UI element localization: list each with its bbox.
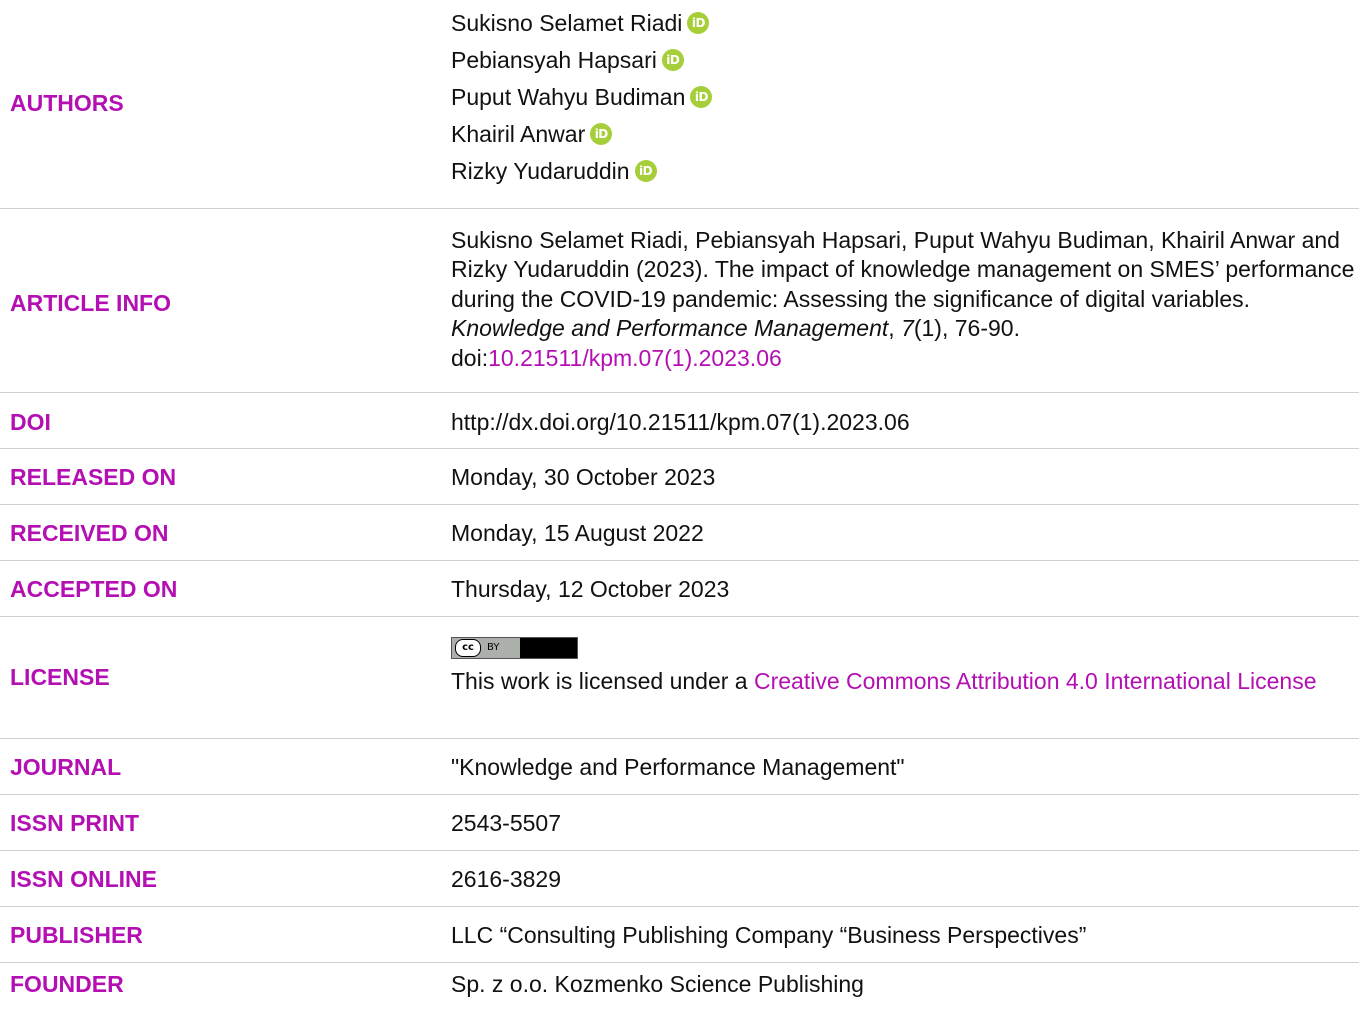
license-link[interactable]: Creative Commons Attribution 4.0 Interna… [754, 668, 1317, 694]
author-name[interactable]: Puput Wahyu Budiman [451, 83, 685, 111]
license-value: cc BY This work is licensed under a Crea… [451, 628, 1356, 697]
released-row: RELEASED ON Monday, 30 October 2023 [0, 449, 1359, 505]
issn-online-label: ISSN ONLINE [10, 866, 157, 892]
doi-link[interactable]: 10.21511/kpm.07(1).2023.06 [488, 345, 782, 371]
authors-list: Sukisno Selamet Riadi iD Pebiansyah Haps… [451, 4, 1356, 189]
author-name[interactable]: Sukisno Selamet Riadi [451, 9, 682, 37]
authors-row: AUTHORS Sukisno Selamet Riadi iD Pebians… [0, 0, 1359, 209]
publisher-row: PUBLISHER LLC “Consulting Publishing Com… [0, 907, 1359, 963]
journal-row: JOURNAL "Knowledge and Performance Manag… [0, 739, 1359, 795]
received-value: Monday, 15 August 2022 [451, 520, 704, 546]
released-label: RELEASED ON [10, 464, 177, 490]
author-item: Khairil Anwar iD [451, 115, 1356, 152]
issn-print-value: 2543-5507 [451, 810, 561, 836]
citation-comma: , [888, 315, 902, 342]
citation-journal: Knowledge and Performance Management [451, 315, 889, 342]
orcid-icon[interactable]: iD [590, 122, 613, 145]
citation-pages: (1), 76-90. [913, 315, 1020, 342]
publisher-value: LLC “Consulting Publishing Company “Busi… [451, 922, 1087, 948]
author-item: Puput Wahyu Budiman iD [451, 78, 1356, 115]
founder-row: FOUNDER Sp. z o.o. Kozmenko Science Publ… [0, 963, 1359, 1010]
orcid-icon[interactable]: iD [690, 85, 713, 108]
author-item: Rizky Yudaruddin iD [451, 152, 1356, 189]
cc-badge-left: cc BY [452, 638, 520, 658]
orcid-icon[interactable]: iD [634, 159, 657, 182]
author-name[interactable]: Pebiansyah Hapsari [451, 46, 657, 74]
article-info-row: ARTICLE INFO Sukisno Selamet Riadi, Pebi… [0, 209, 1359, 393]
received-label: RECEIVED ON [10, 520, 169, 546]
doi-row: DOI http://dx.doi.org/10.21511/kpm.07(1)… [0, 393, 1359, 449]
author-name[interactable]: Rizky Yudaruddin [451, 157, 630, 185]
released-value: Monday, 30 October 2023 [451, 464, 716, 490]
cc-badge-right [520, 638, 577, 658]
issn-online-value: 2616-3829 [451, 866, 561, 892]
publisher-label: PUBLISHER [10, 922, 143, 948]
article-info-label: ARTICLE INFO [10, 290, 171, 316]
citation-volume: 7 [901, 315, 914, 342]
author-item: Sukisno Selamet Riadi iD [451, 4, 1356, 41]
author-name[interactable]: Khairil Anwar [451, 120, 585, 148]
journal-value: "Knowledge and Performance Management" [451, 754, 905, 780]
article-citation: Sukisno Selamet Riadi, Pebiansyah Hapsar… [451, 226, 1356, 373]
cc-icon: cc [455, 639, 481, 657]
accepted-label: ACCEPTED ON [10, 576, 178, 602]
accepted-row: ACCEPTED ON Thursday, 12 October 2023 [0, 561, 1359, 617]
founder-label: FOUNDER [10, 971, 124, 997]
cc-by-text: BY [487, 642, 500, 653]
license-prefix: This work is licensed under a [451, 668, 754, 694]
citation-text: Sukisno Selamet Riadi, Pebiansyah Hapsar… [451, 227, 1355, 312]
received-row: RECEIVED ON Monday, 15 August 2022 [0, 505, 1359, 561]
orcid-icon[interactable]: iD [687, 11, 710, 34]
license-label: LICENSE [10, 664, 110, 690]
issn-print-row: ISSN PRINT 2543-5507 [0, 795, 1359, 851]
authors-label: AUTHORS [10, 90, 124, 116]
founder-value: Sp. z o.o. Kozmenko Science Publishing [451, 971, 864, 997]
journal-label: JOURNAL [10, 754, 122, 780]
license-row: LICENSE cc BY This work is licensed unde… [0, 617, 1359, 739]
cc-by-badge[interactable]: cc BY [451, 637, 578, 659]
issn-print-label: ISSN PRINT [10, 810, 140, 836]
issn-online-row: ISSN ONLINE 2616-3829 [0, 851, 1359, 907]
doi-label: DOI [10, 409, 51, 435]
accepted-value: Thursday, 12 October 2023 [451, 576, 730, 602]
orcid-icon[interactable]: iD [661, 48, 684, 71]
doi-value: http://dx.doi.org/10.21511/kpm.07(1).202… [451, 409, 910, 435]
doi-prefix: doi: [451, 344, 489, 371]
author-item: Pebiansyah Hapsari iD [451, 41, 1356, 78]
license-text: This work is licensed under a Creative C… [451, 666, 1356, 697]
